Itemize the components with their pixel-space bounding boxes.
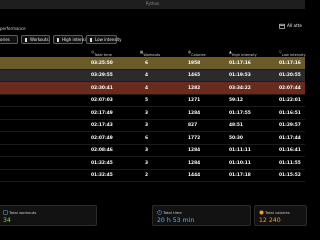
stat-card-workouts: Total workouts 34 [0,205,97,226]
window-title: Python [145,1,160,6]
cell-calories: 1444 [188,173,201,178]
cell-total-time: 01:32:45 [91,160,113,166]
summary-stats: Total workouts 34 Total time 20 h 53 min… [0,205,307,229]
cell-calories: 1284 [188,148,201,153]
tab-high-intensity[interactable]: High intensity [53,35,90,44]
cell-low-intensity: 01:17:44 [279,135,301,141]
cell-low-intensity: 02:07:44 [279,85,301,91]
column-calories[interactable]: ◍ Calories [188,50,206,57]
cell-total-time: 03:25:50 [91,60,113,66]
period-selector-label: All atte [287,23,302,28]
cell-high-intensity: 48:51 [229,123,243,128]
cell-calories: 1282 [188,85,201,91]
period-selector-button[interactable]: All atte [279,20,307,31]
cell-total-time: 02:08:46 [91,148,113,153]
cell-total-time: 02:07:49 [91,135,113,141]
cell-workouts: 6 [145,60,149,66]
tab-label: Workouts [30,37,49,42]
cell-high-intensity: 01:11:11 [229,148,251,153]
stat-value-time: 20 h 53 min [157,217,195,224]
cell-total-time: 02:17:43 [91,123,113,128]
cell-calories: 827 [188,123,198,128]
cell-high-intensity: 01:19:53 [229,73,251,78]
stat-label: Total time [163,210,182,215]
cell-high-intensity: 01:17:16 [229,60,251,66]
tab-label: Low intensity [95,37,122,42]
calendar-icon [279,23,285,29]
stat-value-calories: 12 240 [259,217,281,224]
tab-label: ories [0,37,10,42]
section-label: performance [0,26,26,31]
table-row[interactable]: 01:32:45 3 1284 01:10:11 01:11:55 [0,157,305,170]
cell-low-intensity: 01:20:55 [279,73,301,78]
stat-value-workouts: 34 [3,217,11,224]
cell-calories: 1271 [188,98,201,103]
cell-high-intensity: 01:17:55 [229,110,251,116]
column-workouts[interactable]: ▦ Workouts [140,50,160,57]
cell-workouts: 4 [145,85,149,91]
cell-high-intensity: 50:30 [229,135,243,141]
cell-calories: 1958 [188,60,201,66]
table-row[interactable]: 02:17:49 3 1284 01:17:55 01:16:51 [0,107,305,120]
flame-icon [259,210,264,214]
tab-workouts[interactable]: Workouts [21,35,50,44]
table-row[interactable]: 03:29:55 4 1465 01:19:53 01:20:55 [0,69,305,82]
clock-icon [157,209,162,215]
cell-workouts: 5 [145,98,149,103]
cell-calories: 1284 [188,110,201,116]
cell-high-intensity: 01:10:11 [229,160,251,166]
workout-icon [3,209,8,215]
stat-card-time: Total time 20 h 53 min [152,205,251,226]
cell-high-intensity: 01:17:18 [229,173,251,178]
data-table-body: 03:25:50 6 1958 01:17:16 01:17:16 03:29:55 4 14… [0,57,305,182]
checkbox-icon[interactable] [25,37,27,42]
column-high-intensity[interactable]: ▲ High intensity [229,50,257,57]
table-row[interactable]: 03:25:50 6 1958 01:17:16 01:17:16 [0,57,305,70]
cell-workouts: 3 [145,148,149,153]
checkbox-icon[interactable] [57,37,59,42]
cell-high-intensity: 59:12 [229,98,243,103]
cell-total-time: 01:32:45 [91,173,113,178]
table-row[interactable]: 02:07:03 5 1271 59:12 01:22:01 [0,95,305,107]
cell-workouts: 6 [145,135,149,141]
cell-workouts: 3 [145,160,149,166]
cell-total-time: 02:30:41 [91,85,113,91]
table-row[interactable]: 01:32:45 2 1444 01:17:18 01:15:52 [0,170,305,182]
cell-calories: 1772 [188,135,201,141]
tab-categories[interactable]: ories [0,35,18,44]
cell-low-intensity: 01:16:41 [279,148,301,153]
cell-total-time: 02:17:49 [91,110,113,116]
cell-low-intensity: 01:11:55 [279,160,301,166]
cell-low-intensity: 01:22:01 [279,98,301,103]
table-header: ◷ Total time ▦ Workouts ◍ Calories ▲ Hig… [0,47,306,57]
cell-low-intensity: 01:29:57 [279,123,301,128]
cell-workouts: 4 [145,73,149,78]
column-total-time[interactable]: ◷ Total time [91,50,112,57]
cell-workouts: 3 [145,110,149,116]
window-titlebar: Python [0,0,305,9]
cell-high-intensity: 03:34:22 [229,85,251,91]
checkbox-icon[interactable] [90,37,92,42]
cell-workouts: 3 [145,123,149,128]
table-row[interactable]: 02:08:46 3 1284 01:11:11 01:16:41 [0,145,305,157]
table-row[interactable]: 02:17:43 3 827 48:51 01:29:57 [0,120,305,132]
cell-low-intensity: 01:16:51 [279,110,301,116]
table-row[interactable]: 02:30:41 4 1282 03:34:22 02:07:44 [0,82,305,95]
cell-total-time: 02:07:03 [91,98,113,103]
tab-low-intensity[interactable]: Low intensity [86,35,122,44]
stat-card-calories: Total calories 12 240 [254,205,307,226]
column-low-intensity[interactable]: ▽ Low intensity [279,50,306,57]
stat-label: Total calories [265,210,290,215]
table-row[interactable]: 02:07:49 6 1772 50:30 01:17:44 [0,132,305,145]
cell-low-intensity: 01:15:52 [279,173,301,178]
cell-calories: 1465 [188,73,201,78]
cell-calories: 1284 [188,160,201,166]
stat-label: Total workouts [9,210,37,215]
cell-total-time: 03:29:55 [91,73,113,78]
cell-low-intensity: 01:17:16 [279,60,301,66]
cell-workouts: 2 [145,173,149,178]
